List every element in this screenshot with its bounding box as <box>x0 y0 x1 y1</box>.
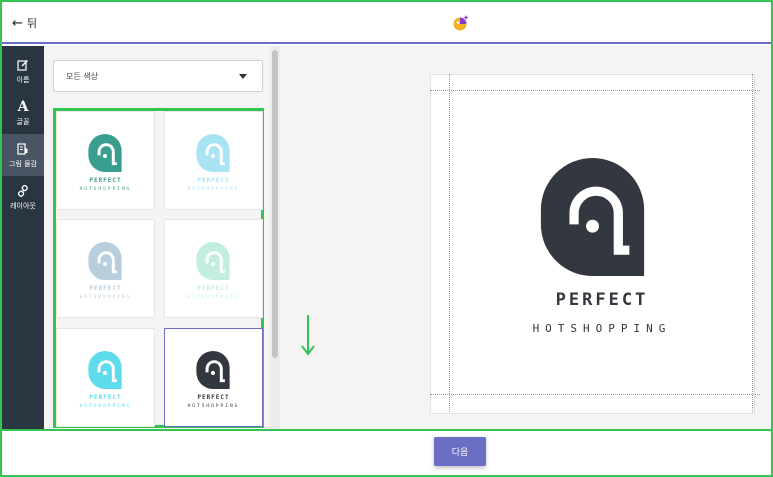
swatch-name: PERFECT <box>197 394 230 401</box>
swatch-name: PERFECT <box>197 177 230 184</box>
swatch-name: PERFECT <box>197 285 230 292</box>
palette-panel: 모든 색상 PERFECT HOTSHOPPING PERFECT HOTSHO… <box>44 46 282 429</box>
sidebar-item-name[interactable]: 이름 <box>2 50 44 92</box>
brand-logo-icon <box>453 15 469 31</box>
preview-name: PERFECT <box>555 290 649 310</box>
edit-icon <box>17 58 29 72</box>
swatch-name: PERFECT <box>89 285 122 292</box>
font-a-icon: A <box>17 98 29 115</box>
logo-mark-icon <box>196 242 230 280</box>
color-filter-value: 모든 색상 <box>66 71 98 81</box>
swatch-name: PERFECT <box>89 394 122 401</box>
preview-tagline: HOTSHOPPING <box>532 322 672 335</box>
sidebar-item-layout[interactable]: 레이아웃 <box>2 176 44 218</box>
guide-line <box>449 74 450 412</box>
preview-logo-mark-icon <box>540 158 645 276</box>
guide-line <box>430 394 760 395</box>
swatch-tile[interactable]: PERFECT HOTSHOPPING <box>56 328 155 427</box>
swatch-tagline: HOTSHOPPING <box>187 404 240 409</box>
swatch-tagline: HOTSHOPPING <box>187 295 240 300</box>
swatch-tagline: HOTSHOPPING <box>187 187 240 192</box>
sidebar-item-font[interactable]: A 글꼴 <box>2 92 44 134</box>
swatch-tile-selected[interactable]: PERFECT HOTSHOPPING <box>164 328 263 427</box>
sidebar-item-paint[interactable]: 그림 물감 <box>2 134 44 176</box>
swatch-grid: PERFECT HOTSHOPPING PERFECT HOTSHOPPING … <box>53 108 264 428</box>
bottom-bar: 다음 <box>0 429 773 477</box>
preview-canvas <box>282 46 771 429</box>
guide-line <box>752 74 753 412</box>
swatch-tagline: HOTSHOPPING <box>79 295 132 300</box>
swatch-tile[interactable]: PERFECT HOTSHOPPING <box>164 111 263 210</box>
sidebar-item-label: 레이아웃 <box>10 201 36 210</box>
link-icon <box>17 184 29 198</box>
logo-mark-icon <box>196 134 230 172</box>
swatch-tile[interactable]: PERFECT HOTSHOPPING <box>164 219 263 318</box>
guide-line <box>430 90 760 91</box>
swatch-tile[interactable]: PERFECT HOTSHOPPING <box>56 111 155 210</box>
logo-mark-icon <box>88 351 122 389</box>
swatch-name: PERFECT <box>89 177 122 184</box>
swatch-tile[interactable]: PERFECT HOTSHOPPING <box>56 219 155 318</box>
panel-scrollbar-thumb[interactable] <box>272 50 278 358</box>
swatch-tagline: HOTSHOPPING <box>79 404 132 409</box>
top-bar: ← 뒤 <box>0 0 773 44</box>
sidebar-item-label: 그림 물감 <box>9 159 37 168</box>
back-button[interactable]: ← 뒤 <box>12 14 37 32</box>
logo-mark-icon <box>88 134 122 172</box>
logo-mark-icon <box>196 351 230 389</box>
arrow-down-icon <box>301 315 315 356</box>
color-filter-select[interactable]: 모든 색상 <box>53 60 263 92</box>
sidebar-item-label: 이름 <box>16 75 30 84</box>
back-label: 뒤 <box>26 17 38 30</box>
chevron-down-icon <box>239 74 247 79</box>
sidebar-nav: 이름 A 글꼴 그림 물감 레이아웃 <box>2 46 44 429</box>
logo-mark-icon <box>88 242 122 280</box>
paint-icon <box>17 142 29 156</box>
swatch-tagline: HOTSHOPPING <box>79 187 132 192</box>
sidebar-item-label: 글꼴 <box>16 117 30 126</box>
next-button[interactable]: 다음 <box>434 437 486 466</box>
arrow-left-icon: ← <box>12 15 23 31</box>
